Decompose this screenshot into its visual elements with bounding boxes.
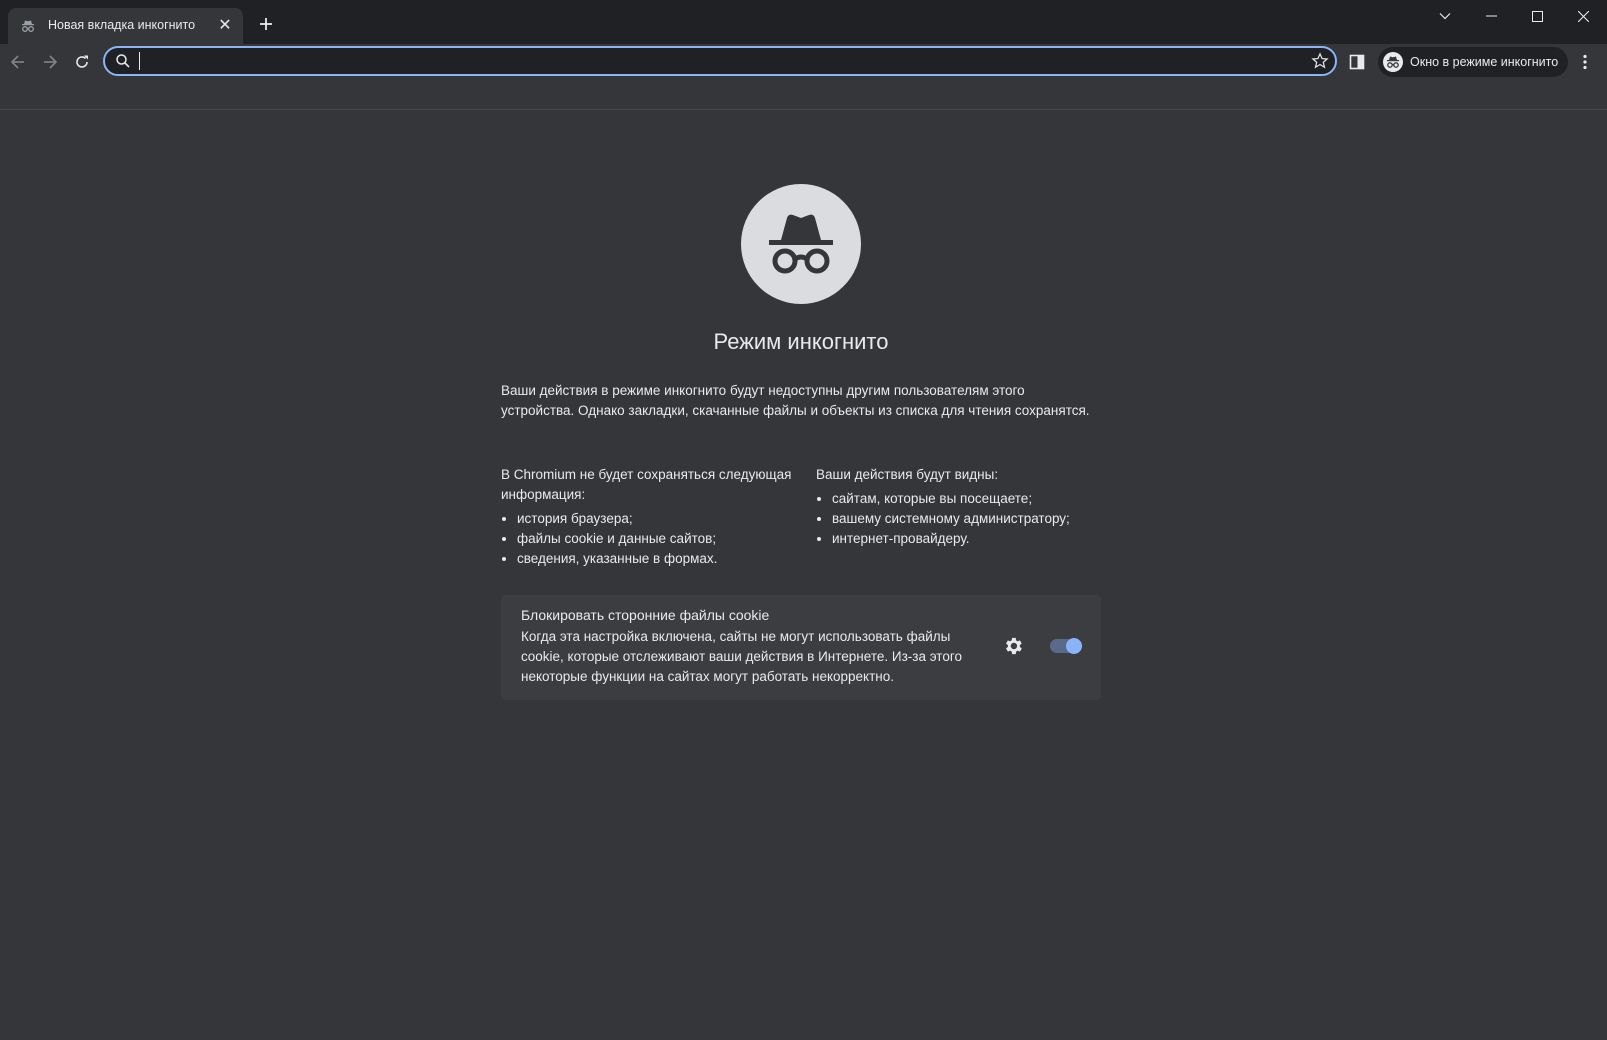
tab-search-button[interactable]	[1422, 0, 1468, 32]
incognito-icon	[741, 184, 861, 304]
third-party-cookie-card: Блокировать сторонние файлы cookie Когда…	[501, 595, 1101, 700]
list-item: история браузера;	[517, 509, 801, 529]
not-saved-heading: В Chromium не будет сохраняться следующа…	[501, 467, 792, 502]
star-icon[interactable]	[1311, 52, 1329, 70]
text-caret	[139, 52, 140, 70]
back-button[interactable]	[4, 48, 32, 76]
tab-new-incognito[interactable]: Новая вкладка инкогнито ✕	[8, 8, 243, 44]
close-icon[interactable]: ✕	[215, 16, 235, 36]
list-item: интернет-провайдеру.	[832, 529, 1116, 549]
visible-to-section: Ваши действия будут видны: сайтам, котор…	[816, 465, 1116, 549]
incognito-chip-label: Окно в режиме инкогнито	[1410, 55, 1559, 69]
maximize-icon	[1531, 10, 1543, 22]
incognito-icon	[1383, 52, 1403, 72]
not-saved-section: В Chromium не будет сохраняться следующа…	[501, 465, 801, 569]
menu-button[interactable]	[1573, 50, 1597, 74]
maximize-button[interactable]	[1514, 0, 1560, 32]
kebab-menu-icon	[1583, 54, 1587, 70]
new-tab-page: Режим инкогнито Ваши действия в режиме и…	[0, 111, 1607, 1040]
close-window-button[interactable]	[1560, 0, 1606, 32]
list-item: файлы cookie и данные сайтов;	[517, 529, 801, 549]
list-item: сайтам, которые вы посещаете;	[832, 489, 1116, 509]
tab-title: Новая вкладка инкогнито	[48, 18, 196, 32]
forward-button[interactable]	[36, 48, 64, 76]
reload-button[interactable]	[68, 48, 96, 76]
block-cookies-toggle[interactable]	[1050, 638, 1082, 654]
side-panel-icon	[1349, 54, 1365, 70]
toggle-knob	[1066, 638, 1082, 654]
omnibox[interactable]	[103, 46, 1337, 76]
toolbar: Окно в режиме инкогнито	[0, 44, 1607, 110]
back-icon	[10, 55, 24, 69]
visible-to-list: сайтам, которые вы посещаете; вашему сис…	[816, 489, 1116, 549]
page-title: Режим инкогнито	[713, 329, 889, 354]
title-bar: Новая вкладка инкогнито ✕	[0, 0, 1607, 44]
side-panel-button[interactable]	[1345, 50, 1369, 74]
incognito-icon	[22, 20, 34, 32]
list-item: вашему системному администратору;	[832, 509, 1116, 529]
incognito-chip[interactable]: Окно в режиме инкогнито	[1378, 47, 1569, 77]
minimize-icon	[1485, 15, 1497, 17]
gear-icon[interactable]	[1002, 635, 1024, 657]
minimize-button[interactable]	[1468, 0, 1514, 32]
address-input[interactable]	[139, 51, 1279, 71]
intro-text: Ваши действия в режиме инкогнито будут н…	[501, 383, 1090, 418]
reload-icon	[76, 55, 88, 68]
list-item: сведения, указанные в формах.	[517, 549, 801, 569]
new-tab-button[interactable]	[254, 12, 278, 36]
forward-icon	[44, 55, 58, 69]
not-saved-list: история браузера; файлы cookie и данные …	[501, 509, 801, 569]
visible-to-heading: Ваши действия будут видны:	[816, 467, 999, 482]
search-icon	[116, 54, 130, 68]
cookie-card-description: Когда эта настройка включена, сайты не м…	[521, 629, 962, 684]
close-icon	[1577, 10, 1589, 22]
plus-icon	[260, 18, 272, 30]
chevron-down-icon	[1439, 13, 1451, 20]
cookie-card-title: Блокировать сторонние файлы cookie	[521, 607, 770, 623]
